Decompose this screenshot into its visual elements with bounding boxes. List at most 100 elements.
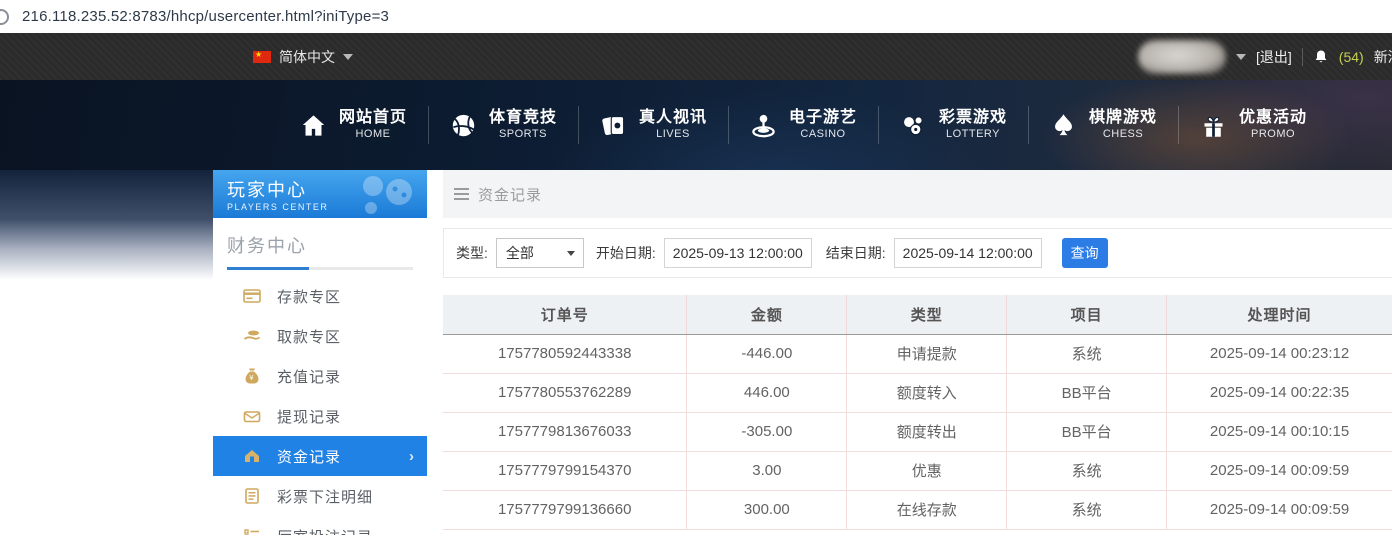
section-rule xyxy=(227,267,413,270)
nav-item-home[interactable]: 网站首页 HOME xyxy=(279,108,428,142)
cell-type: 额度转出 xyxy=(847,412,1007,451)
nav-en: SPORTS xyxy=(499,128,547,142)
joystick-icon xyxy=(750,112,777,139)
nav-en: LOTTERY xyxy=(946,128,1000,142)
sidebar-item-label: 厅室投注记录 xyxy=(277,526,373,535)
cell-project: BB平台 xyxy=(1007,412,1167,451)
message-count-badge[interactable]: (54) xyxy=(1339,49,1364,65)
start-date-input[interactable] xyxy=(664,238,812,268)
cell-project: 系统 xyxy=(1007,334,1167,373)
sidebar-item-deposit[interactable]: 存款专区 xyxy=(213,276,427,316)
lottery-balls-icon xyxy=(900,112,927,139)
cell-process-time: 2025-09-14 00:10:15 xyxy=(1167,412,1392,451)
sidebar-item-label: 存款专区 xyxy=(277,286,341,307)
language-label[interactable]: 简体中文 xyxy=(279,47,335,67)
svg-text:¥: ¥ xyxy=(250,375,255,382)
sidebar-header: 玩家中心 PLAYERS CENTER xyxy=(213,170,427,218)
nav-item-promo[interactable]: 优惠活动 PROMO xyxy=(1179,108,1328,142)
type-select[interactable]: 全部 xyxy=(496,238,584,268)
cell-type: 额度转入 xyxy=(847,373,1007,412)
breadcrumb: 资金记录 xyxy=(443,170,1392,218)
account-bar: [退出] (54) 新消息 xyxy=(1138,33,1392,80)
nav-item-chess[interactable]: 棋牌游戏 CHESS xyxy=(1029,108,1178,142)
logout-button[interactable]: [退出] xyxy=(1256,47,1292,67)
withdraw-hand-icon xyxy=(243,327,261,345)
chevron-right-icon: › xyxy=(409,448,415,465)
cell-order-no: 1757779799136660 xyxy=(443,490,687,529)
search-button[interactable]: 查询 xyxy=(1062,238,1108,268)
cell-type: 在线存款 xyxy=(847,490,1007,529)
username-blurred[interactable] xyxy=(1138,40,1226,74)
col-project: 项目 xyxy=(1007,295,1167,334)
sidebar-item-label: 充值记录 xyxy=(277,366,341,387)
nav-item-lottery[interactable]: 彩票游戏 LOTTERY xyxy=(879,108,1028,142)
nav-item-casino[interactable]: 电子游艺 CASINO xyxy=(729,108,878,142)
table-row: 1757780553762289 446.00 额度转入 BB平台 2025-0… xyxy=(443,373,1392,412)
sidebar-item-withdrawal-records[interactable]: 提现记录 xyxy=(213,396,427,436)
cell-order-no: 1757779799154370 xyxy=(443,451,687,490)
sidebar-item-withdraw[interactable]: 取款专区 xyxy=(213,316,427,356)
site-info-icon[interactable] xyxy=(0,9,9,25)
url-text[interactable]: 216.118.235.52:8783/hhcp/usercenter.html… xyxy=(22,8,389,25)
cell-order-no: 1757780553762289 xyxy=(443,373,687,412)
hamburger-icon[interactable] xyxy=(454,188,469,200)
sidebar-item-label: 彩票下注明细 xyxy=(277,486,373,507)
col-order-no: 订单号 xyxy=(443,295,687,334)
sidebar-item-label: 提现记录 xyxy=(277,406,341,427)
nav-zh: 网站首页 xyxy=(339,108,407,128)
cell-project: 系统 xyxy=(1007,451,1167,490)
cell-project: 系统 xyxy=(1007,490,1167,529)
cell-amount: 3.00 xyxy=(687,451,847,490)
cell-project: BB平台 xyxy=(1007,373,1167,412)
sidebar-item-recharge-records[interactable]: ¥ 充值记录 xyxy=(213,356,427,396)
col-amount: 金额 xyxy=(687,295,847,334)
gift-icon xyxy=(1200,112,1227,139)
sidebar-item-fund-records[interactable]: 资金记录 › xyxy=(213,436,427,476)
nav-item-lives[interactable]: 真人视讯 LIVES xyxy=(579,108,728,142)
select-caret-icon xyxy=(567,251,575,256)
start-date-label: 开始日期: xyxy=(596,243,656,263)
filter-panel: 类型: 全部 开始日期: 结束日期: 查询 xyxy=(443,228,1392,278)
nav-en: CASINO xyxy=(800,128,845,142)
cash-envelope-icon xyxy=(243,407,261,425)
nav-item-sports[interactable]: 体育竞技 SPORTS xyxy=(429,108,578,142)
end-date-label: 结束日期: xyxy=(826,243,886,263)
main-content: 资金记录 类型: 全部 开始日期: 结束日期: 查询 xyxy=(427,170,1392,535)
chevron-down-icon[interactable] xyxy=(343,54,353,60)
nav-en: PROMO xyxy=(1251,128,1295,142)
divider xyxy=(1302,48,1303,66)
table-header-row: 订单号 金额 类型 项目 处理时间 xyxy=(443,295,1392,334)
cell-order-no: 1757779813676033 xyxy=(443,412,687,451)
nav-zh: 真人视讯 xyxy=(639,108,707,128)
deposit-card-icon xyxy=(243,287,261,305)
account-chevron-down-icon[interactable] xyxy=(1236,54,1246,60)
bell-icon[interactable] xyxy=(1313,49,1329,65)
new-messages-link[interactable]: 新消息 xyxy=(1374,47,1392,67)
sidebar-item-label: 资金记录 xyxy=(277,446,341,467)
gamepad-watermark-icon xyxy=(355,174,419,214)
browser-address-bar[interactable]: 216.118.235.52:8783/hhcp/usercenter.html… xyxy=(0,0,1392,33)
table-row: 1757779813676033 -305.00 额度转出 BB平台 2025-… xyxy=(443,412,1392,451)
sidebar-item-room-bet-records[interactable]: 厅室投注记录 xyxy=(213,516,427,535)
breadcrumb-label: 资金记录 xyxy=(478,184,542,205)
nav-zh: 电子游艺 xyxy=(789,108,857,128)
end-date-input[interactable] xyxy=(894,238,1042,268)
cell-process-time: 2025-09-14 00:09:59 xyxy=(1167,490,1392,529)
sidebar-item-lottery-bet-details[interactable]: 彩票下注明细 xyxy=(213,476,427,516)
sidebar-section: 财务中心 xyxy=(213,218,427,270)
sidebar: 玩家中心 PLAYERS CENTER 财务中心 xyxy=(213,170,427,535)
room-bet-list-icon xyxy=(243,527,261,535)
cell-amount: 446.00 xyxy=(687,373,847,412)
col-process-time: 处理时间 xyxy=(1167,295,1392,334)
cell-type: 申请提款 xyxy=(847,334,1007,373)
language-selector[interactable]: ★ 简体中文 xyxy=(253,33,353,80)
nav-zh: 棋牌游戏 xyxy=(1089,108,1157,128)
sidebar-item-label: 取款专区 xyxy=(277,326,341,347)
moneybag-icon: ¥ xyxy=(243,367,261,385)
cell-process-time: 2025-09-14 00:09:59 xyxy=(1167,451,1392,490)
lottery-detail-icon xyxy=(243,487,261,505)
fund-records-table: 订单号 金额 类型 项目 处理时间 1757780592443338 -446.… xyxy=(443,295,1392,530)
cell-process-time: 2025-09-14 00:22:35 xyxy=(1167,373,1392,412)
nav-zh: 优惠活动 xyxy=(1239,108,1307,128)
nav-zh: 彩票游戏 xyxy=(939,108,1007,128)
